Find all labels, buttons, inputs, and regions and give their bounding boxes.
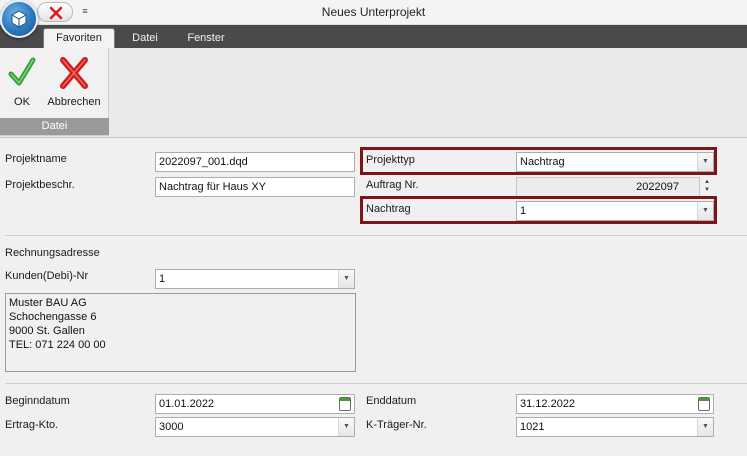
calendar-icon[interactable] <box>698 397 710 411</box>
ribbon-tab-strip: Favoriten Datei Fenster <box>0 25 747 49</box>
projekttyp-value: Nachtrag <box>520 156 565 168</box>
tab-favoriten[interactable]: Favoriten <box>43 28 115 49</box>
nachtrag-select[interactable]: 1 ▼ <box>516 201 714 221</box>
ktraeger-label: K-Träger-Nr. <box>366 419 427 431</box>
section-divider <box>5 383 747 384</box>
project-form: Projektname 2022097_001.dqd Projektbesch… <box>0 139 747 456</box>
calendar-icon[interactable] <box>339 397 351 411</box>
projektname-input[interactable]: 2022097_001.dqd <box>155 152 355 172</box>
section-divider <box>5 235 747 236</box>
chevron-down-icon[interactable]: ▼ <box>697 418 713 436</box>
chevron-down-icon[interactable]: ▼ <box>697 202 713 220</box>
ertrag-label: Ertrag-Kto. <box>5 419 59 431</box>
projekttyp-label: Projekttyp <box>366 154 415 166</box>
address-line: 9000 St. Gallen <box>9 325 85 337</box>
ribbon-group-label: Datei <box>0 118 109 135</box>
ribbon: OK Abbrechen Datei <box>0 48 747 138</box>
projektbeschr-input[interactable]: Nachtrag für Haus XY <box>155 177 355 197</box>
beginndatum-label: Beginndatum <box>5 395 70 407</box>
chevron-down-icon[interactable]: ▼ <box>338 418 354 436</box>
application-menu-button[interactable] <box>0 0 38 38</box>
projekttyp-select[interactable]: Nachtrag ▼ <box>516 152 714 172</box>
enddatum-input[interactable]: 31.12.2022 <box>516 394 714 414</box>
ertrag-value: 3000 <box>159 421 184 433</box>
cancel-label: Abbrechen <box>47 96 101 108</box>
chevron-down-icon[interactable]: ▼ <box>338 270 354 288</box>
title-bar: ≡ Neues Unterprojekt <box>0 0 747 25</box>
kunden-value: 1 <box>159 273 166 285</box>
tab-datei[interactable]: Datei <box>124 29 166 48</box>
nachtrag-value: 1 <box>520 205 527 217</box>
window-title: Neues Unterprojekt <box>321 5 426 19</box>
auftrag-label: Auftrag Nr. <box>366 179 419 191</box>
address-line: Schochengasse 6 <box>9 311 97 323</box>
auftrag-spinner[interactable]: ▲ ▼ <box>700 178 714 196</box>
address-line: TEL: 071 224 00 00 <box>9 339 106 351</box>
enddatum-label: Enddatum <box>366 395 417 407</box>
rechnungsadresse-heading: Rechnungsadresse <box>5 247 100 259</box>
ertrag-select[interactable]: 3000 ▼ <box>155 417 355 437</box>
chevron-down-icon[interactable]: ▼ <box>697 153 713 171</box>
beginndatum-input[interactable]: 01.01.2022 <box>155 394 355 414</box>
beginndatum-value: 01.01.2022 <box>159 398 215 410</box>
ok-button[interactable]: OK <box>4 52 40 114</box>
tab-fenster[interactable]: Fenster <box>178 29 234 48</box>
spin-up-icon[interactable]: ▲ <box>700 178 714 186</box>
ktraeger-value: 1021 <box>520 421 545 433</box>
address-line: Muster BAU AG <box>9 297 87 309</box>
kunden-label: Kunden(Debi)-Nr <box>5 270 89 282</box>
checkmark-icon <box>8 57 36 86</box>
kunden-select[interactable]: 1 ▼ <box>155 269 355 289</box>
ribbon-group-datei: OK Abbrechen Datei <box>0 48 109 136</box>
enddatum-value: 31.12.2022 <box>520 398 576 410</box>
address-textbox[interactable]: Muster BAU AG Schochengasse 6 9000 St. G… <box>5 293 356 372</box>
ok-label: OK <box>14 96 30 108</box>
ktraeger-select[interactable]: 1021 ▼ <box>516 417 714 437</box>
nachtrag-label: Nachtrag <box>366 203 411 215</box>
projektbeschr-label: Projektbeschr. <box>5 179 75 191</box>
cube-icon <box>11 10 27 28</box>
auftrag-input[interactable]: 2022097 <box>516 177 700 197</box>
projektname-label: Projektname <box>5 153 67 165</box>
red-x-icon <box>60 57 88 89</box>
cancel-button[interactable]: Abbrechen <box>44 52 104 114</box>
spin-down-icon[interactable]: ▼ <box>700 186 714 194</box>
